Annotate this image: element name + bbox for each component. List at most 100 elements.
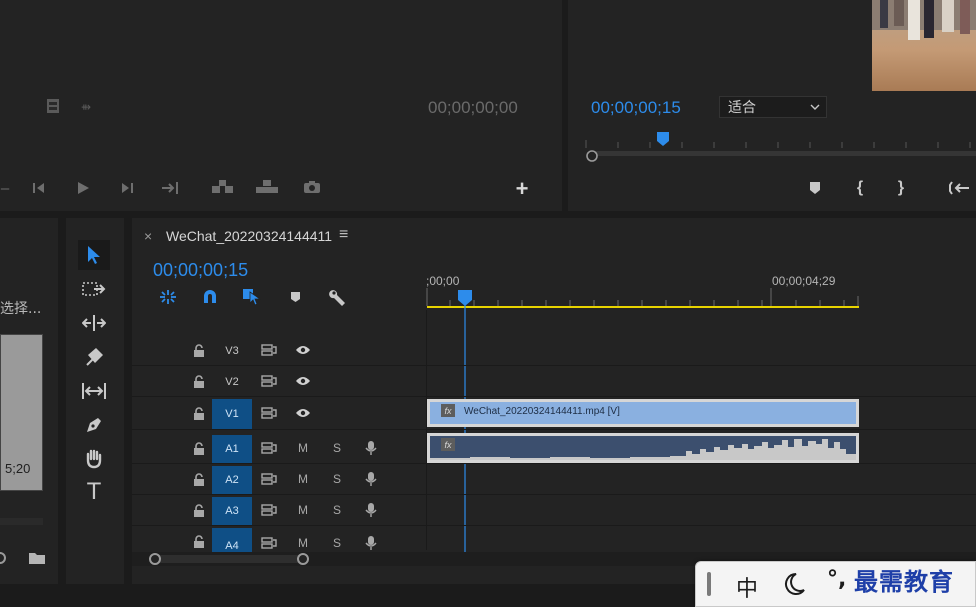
audio-clip-fx-badge[interactable]: fx — [441, 438, 455, 451]
lock-icon[interactable] — [192, 441, 206, 455]
thumbnail-duration: 5;20 — [5, 461, 31, 476]
snap-magnet-icon[interactable] — [200, 288, 220, 306]
step-back-edge-icon[interactable]: – — [0, 180, 10, 196]
wrench-settings-icon[interactable] — [328, 288, 348, 306]
eye-icon[interactable] — [294, 343, 312, 357]
clip-fx-badge[interactable]: fx — [441, 404, 455, 417]
track-row-v3: V3 — [132, 335, 976, 366]
razor-tool-icon[interactable] — [80, 344, 108, 370]
pen-tool-icon[interactable] — [80, 412, 108, 438]
project-scrollbar[interactable] — [0, 518, 43, 525]
step-back-icon[interactable] — [30, 180, 48, 196]
lock-icon[interactable] — [192, 374, 206, 388]
microphone-icon[interactable] — [364, 535, 378, 551]
solo-button[interactable]: S — [330, 472, 344, 486]
track-target-a3[interactable]: A3 — [212, 497, 252, 525]
mark-out-icon[interactable]: } — [894, 178, 908, 198]
mute-button[interactable]: M — [296, 503, 310, 517]
mute-button[interactable]: M — [296, 536, 310, 550]
track-row-v1: V1 fx WeChat_20220324144411.mp4 [V] — [132, 397, 976, 430]
mute-button[interactable]: M — [296, 441, 310, 455]
track-row-a4: A4 M S — [132, 526, 976, 552]
chevron-down-icon — [810, 104, 820, 110]
export-frame-icon[interactable] — [302, 179, 322, 195]
nest-sequence-icon[interactable] — [158, 288, 178, 306]
slip-tool-icon[interactable] — [80, 378, 108, 404]
ripple-edit-tool-icon[interactable] — [80, 310, 108, 336]
microphone-icon[interactable] — [364, 502, 378, 518]
time-ruler[interactable]: ;00;00 00;00;04;29 — [426, 266, 976, 310]
fit-select-value: 适合 — [728, 100, 756, 116]
drag-audio-only-icon[interactable]: ⇻ — [76, 99, 96, 115]
solo-button[interactable]: S — [330, 441, 344, 455]
project-zoom-handle[interactable] — [0, 552, 6, 564]
microphone-icon[interactable] — [364, 471, 378, 487]
timeline-marker-icon[interactable] — [288, 289, 302, 305]
track-select-tool-icon[interactable] — [80, 276, 108, 302]
zoom-handle-left[interactable] — [149, 553, 161, 565]
solo-button[interactable]: S — [330, 503, 344, 517]
track-row-a2: A2 M S — [132, 464, 976, 495]
lock-icon[interactable] — [192, 406, 206, 420]
folder-icon[interactable] — [27, 550, 47, 566]
ime-punctuation-toggle[interactable]: °, — [827, 567, 846, 592]
sync-lock-icon[interactable] — [260, 343, 278, 357]
fit-select[interactable]: 适合 — [719, 96, 827, 118]
project-panel-label: 选择... — [0, 301, 42, 317]
zoom-handle-right[interactable] — [297, 553, 309, 565]
sync-lock-icon[interactable] — [260, 472, 278, 486]
eye-icon[interactable] — [294, 374, 312, 388]
program-mini-ruler[interactable] — [584, 132, 976, 162]
source-timecode[interactable]: 00;00;00;00 — [428, 98, 518, 118]
play-icon[interactable] — [74, 180, 92, 196]
linked-selection-icon[interactable] — [241, 288, 263, 306]
go-to-out-icon[interactable] — [160, 180, 182, 196]
ime-drag-handle[interactable] — [707, 572, 711, 596]
go-to-in-icon[interactable] — [948, 179, 972, 197]
sync-lock-icon[interactable] — [260, 406, 278, 420]
tools-panel: T — [66, 218, 124, 584]
source-monitor-panel: ⇻ 00;00;00;00 – + — [0, 0, 562, 211]
solo-button[interactable]: S — [330, 536, 344, 550]
track-target-v1[interactable]: V1 — [212, 399, 252, 429]
lock-icon[interactable] — [192, 503, 206, 517]
sequence-tab-menu[interactable]: ≡ — [339, 226, 348, 244]
lock-icon[interactable] — [192, 534, 206, 548]
overwrite-icon[interactable] — [254, 178, 280, 196]
insert-icon[interactable] — [210, 178, 236, 196]
track-target-v2[interactable]: V2 — [212, 368, 252, 396]
ime-toolbar: 中 °, 最需教育 — [695, 561, 976, 607]
project-thumbnail[interactable]: 5;20 — [0, 334, 43, 491]
add-marker-icon[interactable] — [807, 179, 823, 197]
mark-in-icon[interactable]: { — [853, 178, 867, 198]
mute-button[interactable]: M — [296, 472, 310, 486]
track-target-v3[interactable]: V3 — [212, 337, 252, 365]
audio-clip[interactable]: fx — [427, 433, 859, 463]
video-clip[interactable]: fx WeChat_20220324144411.mp4 [V] — [427, 399, 859, 427]
microphone-icon[interactable] — [364, 440, 378, 456]
half-width-moon-icon[interactable] — [782, 571, 808, 597]
ime-language-toggle[interactable]: 中 — [736, 571, 758, 603]
hand-tool-icon[interactable] — [80, 446, 108, 472]
add-button-icon[interactable]: + — [512, 178, 532, 200]
sync-lock-icon[interactable] — [260, 374, 278, 388]
track-target-a1[interactable]: A1 — [212, 435, 252, 463]
sequence-tab-title[interactable]: WeChat_20220324144411 — [166, 228, 332, 244]
drag-video-only-icon[interactable] — [44, 97, 62, 115]
timeline-timecode[interactable]: 00;00;00;15 — [153, 260, 248, 281]
type-tool-icon[interactable]: T — [80, 480, 108, 506]
eye-icon[interactable] — [294, 406, 312, 420]
step-forward-icon[interactable] — [118, 180, 136, 196]
lock-icon[interactable] — [192, 343, 206, 357]
sync-lock-icon[interactable] — [260, 441, 278, 455]
program-timecode[interactable]: 00;00;00;15 — [591, 98, 681, 118]
sync-lock-icon[interactable] — [260, 503, 278, 517]
track-target-a2[interactable]: A2 — [212, 466, 252, 494]
lock-icon[interactable] — [192, 472, 206, 486]
track-row-a3: A3 M S — [132, 495, 976, 526]
track-row-a1: A1 M S fx — [132, 433, 976, 464]
sequence-tab-close[interactable]: × — [144, 228, 152, 244]
track-target-a4[interactable]: A4 — [212, 528, 252, 552]
sync-lock-icon[interactable] — [260, 536, 278, 550]
selection-tool-icon[interactable] — [78, 240, 110, 270]
